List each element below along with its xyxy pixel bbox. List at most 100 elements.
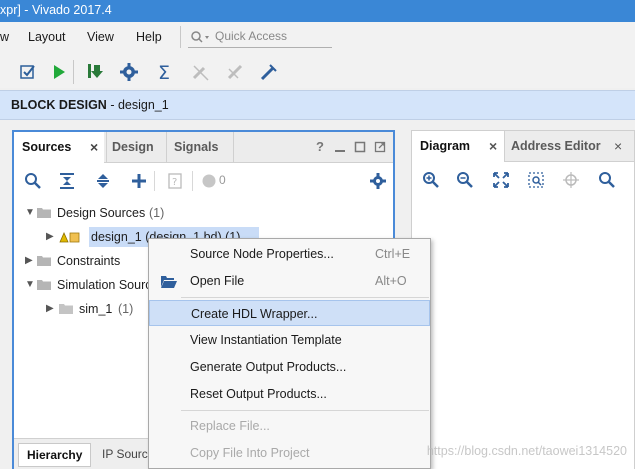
- menu-view[interactable]: View: [87, 30, 114, 44]
- title-bar: xpr] - Vivado 2017.4: [0, 0, 635, 22]
- chevron-right-icon[interactable]: ▶: [46, 298, 54, 320]
- sigma-icon[interactable]: Σ: [155, 61, 177, 83]
- menu-item-label: Generate Output Products...: [190, 360, 347, 374]
- chevron-right-icon[interactable]: ▶: [25, 250, 33, 272]
- close-icon[interactable]: ×: [614, 131, 622, 161]
- chevron-down-icon[interactable]: ▼: [25, 202, 35, 224]
- close-icon[interactable]: ×: [90, 132, 98, 162]
- minimize-icon[interactable]: [334, 141, 346, 153]
- diagram-toolbar: [412, 162, 634, 196]
- menu-item-label: Create HDL Wrapper...: [191, 307, 318, 321]
- program-download-icon[interactable]: [84, 61, 106, 83]
- crossed-tool-icon-1[interactable]: [190, 61, 212, 83]
- status-circle-icon: [202, 174, 216, 188]
- toolbar-divider: [192, 171, 193, 191]
- block-design-icon: [59, 232, 80, 243]
- tree-label: Design Sources: [57, 206, 146, 220]
- menu-bar: w Layout View Help Quick Access: [0, 22, 635, 52]
- tab-design-label: Design: [112, 140, 154, 154]
- toolbar-divider: [73, 60, 74, 84]
- menu-item-open-file[interactable]: Open File Alt+O: [149, 268, 430, 294]
- tab-sources-label: Sources: [22, 140, 72, 154]
- folder-icon: [59, 304, 73, 314]
- maximize-icon[interactable]: [354, 141, 366, 153]
- settings-gear-icon[interactable]: [118, 61, 140, 83]
- menu-item-label: Replace File...: [190, 419, 270, 433]
- block-design-header: BLOCK DESIGN - design_1: [0, 90, 635, 120]
- debug-tool-icon[interactable]: [258, 61, 280, 83]
- menu-item-replace-file[interactable]: Replace File...: [149, 413, 430, 439]
- menu-item-shortcut: Alt+O: [375, 274, 407, 288]
- zoom-in-icon[interactable]: [422, 171, 440, 189]
- toolbar-divider: [154, 171, 155, 191]
- run-icon[interactable]: [48, 61, 70, 83]
- zoom-out-icon[interactable]: [456, 171, 474, 189]
- sources-toolbar: ? 0: [14, 163, 393, 197]
- quick-access-placeholder: Quick Access: [215, 29, 288, 43]
- menu-item-label: Source Node Properties...: [190, 247, 334, 261]
- add-source-icon[interactable]: [130, 172, 148, 190]
- tab-address-editor-label: Address Editor: [511, 139, 601, 153]
- menu-item-source-node-properties[interactable]: Source Node Properties... Ctrl+E: [149, 241, 430, 267]
- fit-view-icon[interactable]: [492, 171, 510, 189]
- search-icon[interactable]: [24, 172, 42, 190]
- sources-tab-bar: Sources × Design Signals ?: [14, 132, 393, 163]
- menu-item-label: Open File: [190, 274, 245, 288]
- close-icon[interactable]: ×: [489, 131, 497, 161]
- folder-icon: [37, 256, 51, 266]
- search-icon[interactable]: [598, 171, 616, 189]
- menu-help[interactable]: Help: [136, 30, 162, 44]
- block-design-label: BLOCK DESIGN: [11, 98, 107, 112]
- diagram-panel: Diagram × Address Editor ×: [411, 130, 635, 469]
- svg-text:Σ: Σ: [158, 62, 170, 83]
- menu-item-copy-file-into-project[interactable]: Copy File Into Project: [149, 440, 430, 466]
- search-icon: [191, 31, 209, 43]
- float-icon[interactable]: [374, 141, 386, 153]
- menu-item-view-instantiation-template[interactable]: View Instantiation Template: [149, 327, 430, 353]
- menu-separator: [181, 297, 429, 298]
- folder-icon: [37, 208, 51, 218]
- tab-diagram[interactable]: Diagram ×: [412, 131, 504, 162]
- tab-signals-label: Signals: [174, 140, 219, 154]
- status-count: 0: [219, 173, 226, 187]
- menu-item-label: Copy File Into Project: [190, 446, 310, 460]
- menu-item-generate-output-products[interactable]: Generate Output Products...: [149, 354, 430, 380]
- zoom-area-icon[interactable]: [527, 171, 545, 189]
- block-design-name: - design_1: [106, 98, 169, 112]
- menu-item-label: Reset Output Products...: [190, 387, 327, 401]
- crossed-tool-icon-2[interactable]: [224, 61, 246, 83]
- tab-diagram-label: Diagram: [420, 139, 471, 153]
- tab-design[interactable]: Design: [106, 132, 167, 162]
- diagram-tab-bar: Diagram × Address Editor ×: [412, 131, 634, 162]
- menu-item-create-hdl-wrapper[interactable]: Create HDL Wrapper...: [149, 300, 430, 326]
- properties-doc-icon[interactable]: ?: [166, 172, 184, 190]
- menu-item-reset-output-products[interactable]: Reset Output Products...: [149, 381, 430, 407]
- tree-count: (1): [149, 206, 165, 220]
- tree-item-design-sources[interactable]: ▼ Design Sources (1): [14, 202, 393, 224]
- expand-all-icon[interactable]: [94, 172, 112, 190]
- tree-label: Constraints: [57, 254, 121, 268]
- menu-item-shortcut: Ctrl+E: [375, 247, 411, 261]
- open-folder-icon: [161, 276, 177, 288]
- watermark: https://blog.csdn.net/taowei1314520: [426, 444, 627, 458]
- tab-hierarchy[interactable]: Hierarchy: [18, 443, 92, 467]
- window-title: xpr] - Vivado 2017.4: [0, 3, 112, 17]
- tab-address-editor[interactable]: Address Editor ×: [504, 131, 635, 161]
- tree-count: (1): [118, 302, 134, 316]
- menu-divider: [180, 26, 181, 48]
- collapse-all-icon[interactable]: [58, 172, 76, 190]
- help-icon[interactable]: ?: [316, 132, 324, 162]
- tab-signals[interactable]: Signals: [166, 132, 234, 162]
- chevron-right-icon[interactable]: ▶: [46, 226, 54, 248]
- tab-sources[interactable]: Sources ×: [14, 132, 104, 163]
- checkbox-icon[interactable]: [17, 61, 39, 83]
- menu-window[interactable]: w: [0, 30, 9, 44]
- quick-access-field[interactable]: Quick Access: [188, 27, 332, 48]
- chevron-down-icon[interactable]: ▼: [25, 274, 35, 296]
- svg-text:?: ?: [172, 177, 177, 188]
- folder-icon: [37, 280, 51, 290]
- menu-layout[interactable]: Layout: [28, 30, 66, 44]
- settings-gear-icon[interactable]: [369, 172, 387, 190]
- menu-item-label: View Instantiation Template: [190, 333, 342, 347]
- crosshair-icon[interactable]: [562, 171, 580, 189]
